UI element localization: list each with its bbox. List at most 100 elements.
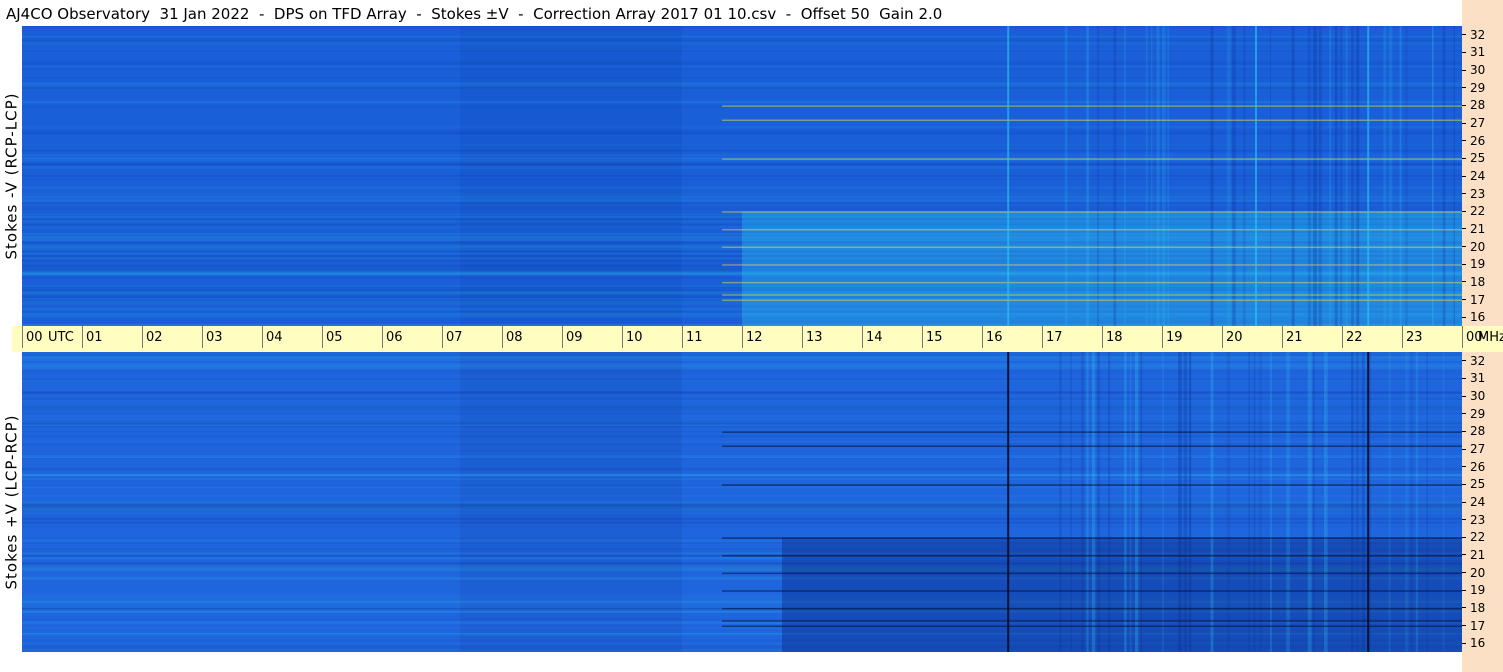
heatmap-vertical-stripe	[1442, 352, 1445, 652]
heatmap-vertical-stripe	[1329, 26, 1332, 326]
heatmap-interference-line	[722, 105, 1462, 107]
utc-tick-label: 03	[202, 326, 223, 348]
heatmap-vertical-stripe	[1210, 352, 1214, 652]
heatmap-interference-line	[722, 246, 1462, 249]
heatmap-band	[22, 154, 1462, 157]
heatmap-band	[22, 379, 1462, 381]
heatmap-band	[22, 417, 1462, 421]
bottom-panel-label-text: Stokes +V (LCP-RCP)	[2, 414, 20, 590]
heatmap-band	[22, 363, 1462, 365]
frequency-axis-bottom: 32 31 30 29 28 27 26 25 24 23 22 21 20 19 18 17 16	[1462, 352, 1503, 652]
heatmap-vertical-stripe	[1383, 26, 1387, 326]
heatmap-vertical-stripe	[1189, 352, 1192, 652]
utc-tick-label: 10	[622, 326, 643, 348]
heatmap-vertical-stripe	[1334, 26, 1338, 326]
heatmap-band	[22, 435, 1462, 438]
frequency-tick-label: 30	[1462, 64, 1503, 76]
heatmap-interference-line	[722, 554, 1462, 557]
frequency-tick-label: 25	[1462, 478, 1503, 490]
utc-tick-label: 12	[742, 326, 763, 348]
frequency-tick-label: 26	[1462, 461, 1503, 473]
heatmap-band	[22, 397, 1462, 401]
heatmap-band	[22, 88, 1462, 90]
heatmap-interference-line	[722, 537, 1462, 539]
heatmap-interference-line	[722, 228, 1462, 231]
heatmap-band	[22, 495, 1462, 497]
heatmap-activity-region	[782, 537, 1462, 652]
frequency-tick-label: 23	[1462, 188, 1503, 200]
frequency-tick-label: 19	[1462, 258, 1503, 270]
heatmap-vertical-stripe	[1307, 26, 1311, 326]
frequency-tick-label: 22	[1462, 531, 1503, 543]
heatmap-interference-line	[722, 294, 1462, 296]
heatmap-vertical-stripe	[1286, 352, 1290, 652]
heatmap-vertical-stripe	[1162, 26, 1166, 326]
frequency-axis-top-margin	[1462, 0, 1503, 26]
frequency-axis-bottom-margin	[1462, 652, 1503, 672]
frequency-tick-label: 23	[1462, 514, 1503, 526]
heatmap-vertical-stripe	[1313, 26, 1317, 326]
heatmap-band	[22, 174, 1462, 176]
heatmap-interference-line	[722, 607, 1462, 610]
heatmap-interference-line	[722, 572, 1462, 575]
heatmap-interference-line	[722, 445, 1462, 448]
heatmap-band	[22, 77, 1462, 79]
heatmap-band	[22, 144, 1462, 146]
heatmap-vertical-stripe	[1059, 352, 1062, 652]
frequency-tick-label: 16	[1462, 637, 1503, 649]
heatmap-vertical-stripe	[1291, 26, 1295, 326]
spectrogram-bottom-svg	[22, 352, 1462, 652]
heatmap-band	[22, 369, 1462, 372]
heatmap-band	[22, 160, 1462, 162]
heatmap-band	[22, 458, 1462, 460]
heatmap-vertical-stripe	[1167, 26, 1170, 326]
frequency-tick-label: 19	[1462, 584, 1503, 596]
utc-tick-label: 23	[1402, 326, 1423, 348]
heatmap-band	[22, 48, 1462, 50]
heatmap-band	[22, 178, 1462, 180]
frequency-tick-label: 21	[1462, 223, 1503, 235]
frequency-tick-label: 28	[1462, 425, 1503, 437]
heatmap-band	[22, 422, 1462, 425]
utc-tick-label: 20	[1222, 326, 1243, 348]
heatmap-interference-line	[722, 211, 1462, 213]
heatmap-band	[22, 525, 1462, 528]
frequency-tick-label: 31	[1462, 372, 1503, 384]
frequency-tick-label: 31	[1462, 46, 1503, 58]
frequency-tick-label: 25	[1462, 152, 1503, 164]
heatmap-band	[22, 352, 1462, 354]
frequency-tick-label: 27	[1462, 443, 1503, 455]
frequency-tick-label: 32	[1462, 355, 1503, 367]
top-panel-label-text: Stokes -V (RCP-LCP)	[2, 92, 20, 260]
frequency-tick-label: 30	[1462, 390, 1503, 402]
frequency-tick-label: 29	[1462, 408, 1503, 420]
heatmap-vertical-stripe	[1124, 352, 1127, 652]
window-title: AJ4CO Observatory 31 Jan 2022 - DPS on T…	[6, 5, 943, 23]
heatmap-vertical-stripe	[1313, 352, 1315, 652]
heatmap-band	[22, 202, 1462, 204]
heatmap-band	[22, 38, 1462, 41]
heatmap-vertical-stripe	[1097, 352, 1100, 652]
heatmap-vertical-stripe	[1361, 352, 1365, 652]
heatmap-vertical-stripe	[1405, 26, 1408, 326]
utc-tick-label: 19	[1162, 326, 1183, 348]
heatmap-vertical-stripe	[1243, 26, 1246, 326]
heatmap-band	[22, 100, 1462, 104]
utc-tick-label: 17	[1042, 326, 1063, 348]
heatmap-vertical-stripe	[1324, 352, 1328, 652]
heatmap-interference-line	[722, 119, 1462, 122]
heatmap-band	[22, 510, 1462, 512]
utc-tick-label: 00	[1462, 326, 1483, 348]
heatmap-event-line	[1007, 352, 1010, 652]
heatmap-band	[22, 501, 1462, 504]
spectrogram-stokes-plus-v	[22, 352, 1462, 652]
utc-tick-label: 08	[502, 326, 523, 348]
utc-tick-label: 21	[1282, 326, 1303, 348]
heatmap-band	[22, 366, 1462, 370]
frequency-axis-top: 32 31 30 29 28 27 26 25 24 23 22 21 20 19 18 17 16	[1462, 26, 1503, 326]
heatmap-band	[22, 42, 1462, 44]
heatmap-interference-line	[722, 625, 1462, 628]
heatmap-interference-line	[722, 158, 1462, 160]
heatmap-interference-line	[722, 620, 1462, 622]
heatmap-band	[22, 50, 1462, 52]
